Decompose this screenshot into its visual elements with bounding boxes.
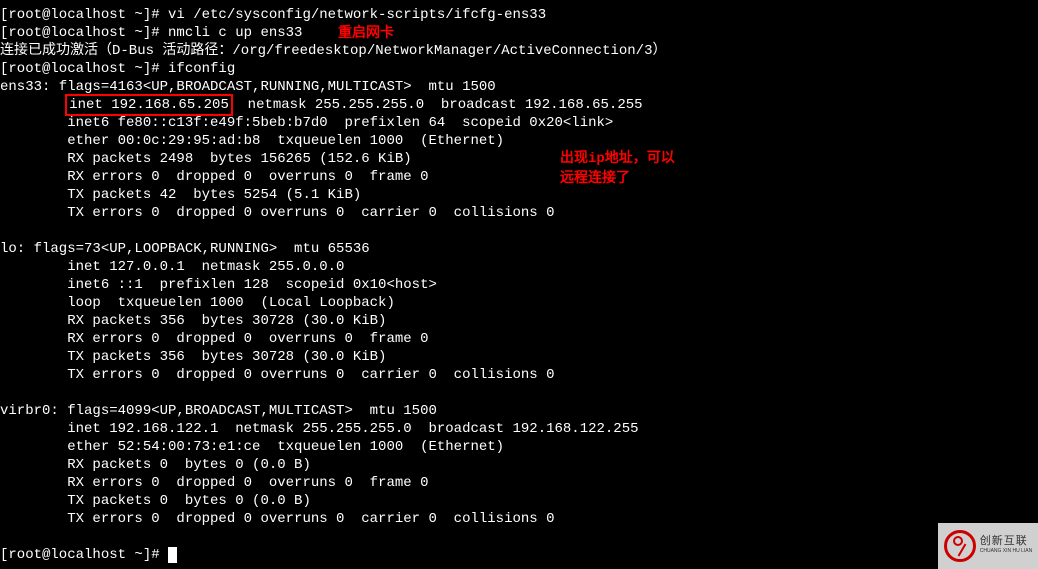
ens33-rx-errors: RX errors 0 dropped 0 overruns 0 frame 0 (0, 168, 1038, 186)
lo-tx-packets: TX packets 356 bytes 30728 (30.0 KiB) (0, 348, 1038, 366)
ens33-tx-errors: TX errors 0 dropped 0 overruns 0 carrier… (0, 204, 1038, 222)
lo-rx-packets: RX packets 356 bytes 30728 (30.0 KiB) (0, 312, 1038, 330)
logo-text-cn: 创新互联 (980, 536, 1033, 546)
cmd-nmcli: [root@localhost ~]# nmcli c up ens33 (0, 24, 1038, 42)
virbr0-inet: inet 192.168.122.1 netmask 255.255.255.0… (0, 420, 1038, 438)
blank-line (0, 528, 1038, 546)
lo-rx-errors: RX errors 0 dropped 0 overruns 0 frame 0 (0, 330, 1038, 348)
virbr0-ether: ether 52:54:00:73:e1:ce txqueuelen 1000 … (0, 438, 1038, 456)
logo-icon (944, 530, 976, 562)
lo-inet: inet 127.0.0.1 netmask 255.0.0.0 (0, 258, 1038, 276)
cursor (168, 547, 177, 563)
ip-highlight-box: inet 192.168.65.205 (65, 94, 233, 116)
ens33-inet6: inet6 fe80::c13f:e49f:5beb:b7d0 prefixle… (0, 114, 1038, 132)
virbr0-tx-errors: TX errors 0 dropped 0 overruns 0 carrier… (0, 510, 1038, 528)
lo-inet6: inet6 ::1 prefixlen 128 scopeid 0x10<hos… (0, 276, 1038, 294)
virbr0-tx-packets: TX packets 0 bytes 0 (0.0 B) (0, 492, 1038, 510)
ens33-tx-packets: TX packets 42 bytes 5254 (5.1 KiB) (0, 186, 1038, 204)
blank-line (0, 384, 1038, 402)
activation-msg: 连接已成功激活（D-Bus 活动路径：/org/freedesktop/Netw… (0, 42, 1038, 60)
lo-loop: loop txqueuelen 1000 (Local Loopback) (0, 294, 1038, 312)
logo-text-en: CHUANG XIN HU LIAN (980, 546, 1033, 556)
cmd-vi: [root@localhost ~]# vi /etc/sysconfig/ne… (0, 6, 1038, 24)
prompt-line[interactable]: [root@localhost ~]# (0, 546, 1038, 564)
blank-line (0, 222, 1038, 240)
cmd-ifconfig: [root@localhost ~]# ifconfig (0, 60, 1038, 78)
virbr0-rx-packets: RX packets 0 bytes 0 (0.0 B) (0, 456, 1038, 474)
annotation-restart-nic: 重启网卡 (338, 25, 394, 43)
logo-text-wrap: 创新互联 CHUANG XIN HU LIAN (980, 536, 1033, 556)
ens33-rx-packets: RX packets 2498 bytes 156265 (152.6 KiB) (0, 150, 1038, 168)
annotation-ip-line1: 出现ip地址，可以 (560, 150, 675, 168)
ens33-ether: ether 00:0c:29:95:ad:b8 txqueuelen 1000 … (0, 132, 1038, 150)
lo-flags: lo: flags=73<UP,LOOPBACK,RUNNING> mtu 65… (0, 240, 1038, 258)
lo-tx-errors: TX errors 0 dropped 0 overruns 0 carrier… (0, 366, 1038, 384)
terminal-output[interactable]: [root@localhost ~]# vi /etc/sysconfig/ne… (0, 6, 1038, 564)
watermark-logo: 创新互联 CHUANG XIN HU LIAN (938, 523, 1038, 569)
virbr0-rx-errors: RX errors 0 dropped 0 overruns 0 frame 0 (0, 474, 1038, 492)
annotation-ip-line2: 远程连接了 (560, 170, 630, 188)
virbr0-flags: virbr0: flags=4099<UP,BROADCAST,MULTICAS… (0, 402, 1038, 420)
ens33-inet: inet 192.168.65.205 netmask 255.255.255.… (0, 96, 1038, 114)
